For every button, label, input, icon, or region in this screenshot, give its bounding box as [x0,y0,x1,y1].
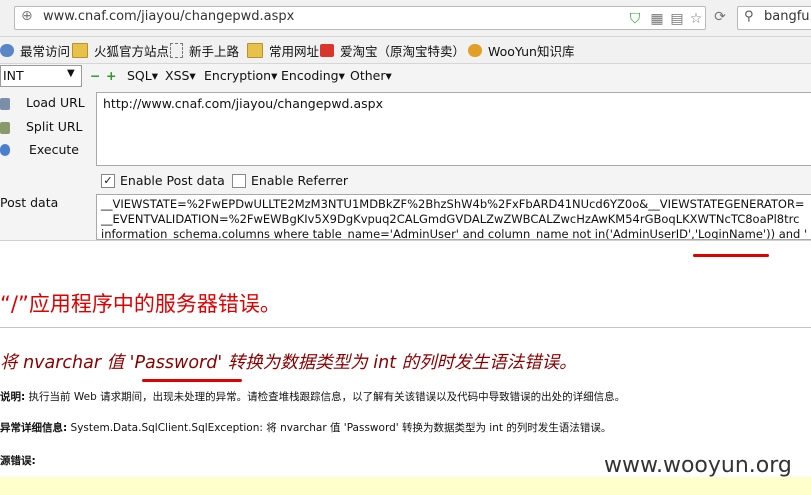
post-line: __VIEWSTATE=%2FwEPDwULLTE2MzM3NTU1MDBkZF… [101,197,805,211]
search-text[interactable]: bangfu.s [764,9,811,24]
exception-label: 异常详细信息: [0,422,68,434]
page-icon [170,43,183,58]
reader-view-icon[interactable]: ▤ [669,11,685,27]
bookmark-wooyun[interactable]: WooYun知识库 [468,41,574,60]
enable-referrer-checkbox[interactable] [232,174,246,188]
post-line: information_schema.columns where table_n… [101,227,808,240]
bookmarks-toolbar: 最常访问 火狐官方站点 新手上路 常用网址 爱淘宝（原淘宝特卖） WooYun知… [0,37,811,64]
wooyun-icon [468,44,482,57]
load-url-icon [0,98,10,110]
error-description: 说明: 执行当前 Web 请求期间，出现未处理的异常。请检查堆栈跟踪信息，以了解… [0,389,625,404]
exception-text: System.Data.SqlClient.SqlException: 将 nv… [70,422,612,434]
source-error-label: 源错误: [0,455,36,467]
source-error-box [0,477,811,495]
hackbar-toolbar: INT ▼ − + SQL▾ XSS▾ Encryption▾ Encoding… [0,64,811,88]
post-data-label: Post data [0,195,59,210]
bookmark-label: 火狐官方站点 [94,44,170,59]
bookmark-aitaobao[interactable]: 爱淘宝（原淘宝特卖） [320,41,465,60]
annotation-underline [142,379,242,382]
reload-icon[interactable]: ⟳ [712,9,728,25]
globe-icon: ⊕ [21,8,33,24]
folder-icon [72,43,88,58]
bookmark-common-sites[interactable]: 常用网址 [247,41,319,60]
watermark: www.wooyun.org [604,453,792,478]
url-bar[interactable]: ⊕ www.cnaf.com/jiayou/changepwd.aspx ⛉ ▦… [14,6,706,30]
bookmark-most-visited[interactable]: 最常访问 [0,41,70,60]
enable-post-label: Enable Post data [120,173,225,188]
post-line: __EVENTVALIDATION=%2FwEWBgKIv5X9DgKvpuq2… [101,212,800,226]
taobao-icon [320,44,334,57]
increase-button[interactable]: + [106,68,116,83]
folder-icon [247,43,263,58]
execute-icon [0,144,10,156]
type-select-value: INT [3,68,24,83]
enable-post-checkbox[interactable]: ✓ [101,174,115,188]
bookmark-label: WooYun知识库 [488,44,575,59]
divider [0,327,811,328]
annotation-underline [693,254,769,257]
search-icon: ⚲ [744,9,754,24]
bookmark-label: 常用网址 [269,44,320,59]
error-message: 将 nvarchar 值 'Password' 转换为数据类型为 int 的列时… [0,353,577,373]
menu-sql[interactable]: SQL▾ [127,68,158,83]
enable-referrer-label: Enable Referrer [251,173,349,188]
bookmark-label: 最常访问 [20,44,71,59]
navigation-toolbar: ⊕ www.cnaf.com/jiayou/changepwd.aspx ⛉ ▦… [0,0,811,37]
load-url-button[interactable]: Load URL [26,95,85,110]
split-url-icon [0,122,10,134]
search-bar[interactable]: ⚲ bangfu.s [737,6,811,30]
url-text[interactable]: www.cnaf.com/jiayou/changepwd.aspx [43,9,294,24]
bookmark-label: 爱淘宝（原淘宝特卖） [340,44,466,59]
gear-icon [0,44,14,57]
shield-icon[interactable]: ⛉ [627,11,643,27]
chevron-down-icon: ▼ [67,68,75,79]
decrease-button[interactable]: − [90,68,100,83]
description-text: 执行当前 Web 请求期间，出现未处理的异常。请检查堆栈跟踪信息，以了解有关该错… [28,391,626,403]
menu-other[interactable]: Other▾ [350,68,392,83]
menu-xss[interactable]: XSS▾ [165,68,196,83]
menu-encryption[interactable]: Encryption▾ [204,68,277,83]
bookmark-getting-started[interactable]: 新手上路 [170,41,239,60]
bookmark-label: 新手上路 [189,44,240,59]
qr-code-icon[interactable]: ▦ [649,11,665,27]
split-url-button[interactable]: Split URL [26,119,83,134]
description-label: 说明: [0,391,26,403]
menu-encoding[interactable]: Encoding▾ [281,68,345,83]
error-title: “/”应用程序中的服务器错误。 [0,292,281,316]
url-textarea[interactable]: http://www.cnaf.com/jiayou/changepwd.asp… [96,92,811,166]
exception-details: 异常详细信息: System.Data.SqlClient.SqlExcepti… [0,420,611,435]
bookmark-star-icon[interactable]: ☆ [688,11,704,27]
bookmark-firefox-site[interactable]: 火狐官方站点 [72,41,169,60]
execute-button[interactable]: Execute [29,142,79,157]
url-textarea-value: http://www.cnaf.com/jiayou/changepwd.asp… [103,96,383,111]
post-data-textarea[interactable]: __VIEWSTATE=%2FwEPDwULLTE2MzM3NTU1MDBkZF… [96,194,811,240]
type-select[interactable]: INT ▼ [0,65,82,87]
